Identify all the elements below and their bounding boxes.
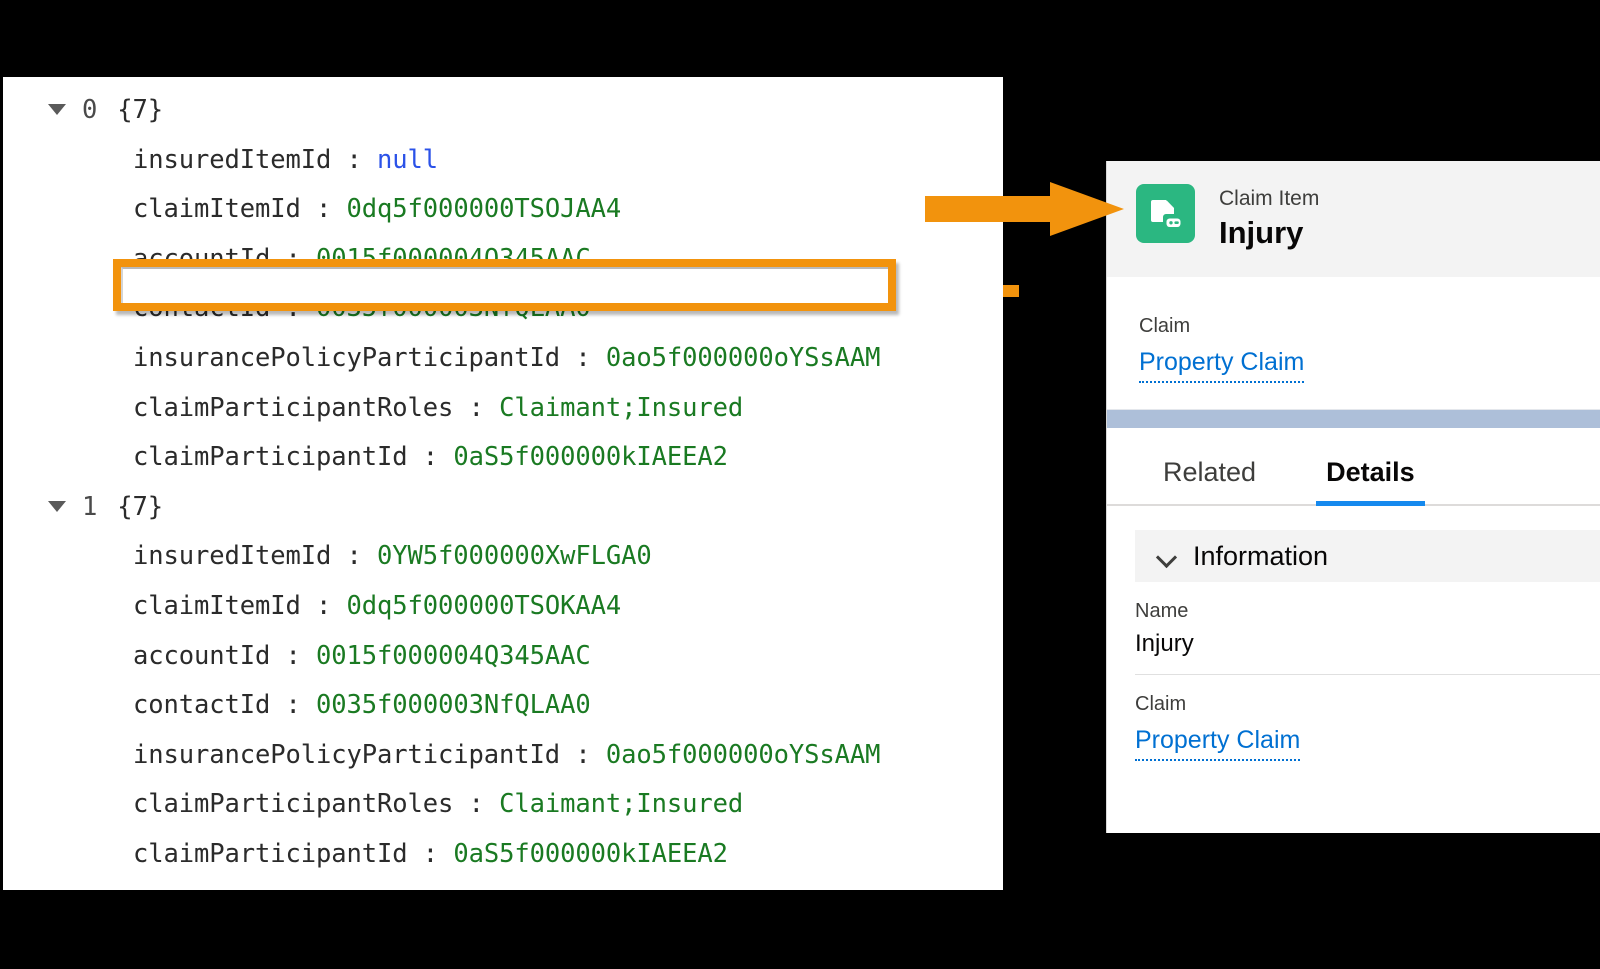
json-property-row[interactable]: insurancePolicyParticipantId : 0ao5f0000…	[133, 343, 880, 373]
json-node-header[interactable]: 0 {7}	[48, 95, 163, 125]
json-property-value: 0035f000003NfQLAA0	[316, 690, 591, 721]
field-row-claim: Claim Property Claim	[1135, 675, 1600, 775]
record-header: Claim Item Injury	[1107, 161, 1600, 277]
json-property-value: 0dq5f000000TSOJAA4	[346, 194, 622, 225]
json-property-key: insuredItemId	[133, 144, 332, 175]
json-key-value-separator: :	[300, 194, 347, 225]
json-property-key: insurancePolicyParticipantId	[133, 343, 561, 373]
record-tabs: Related Details	[1107, 428, 1600, 506]
json-property-row[interactable]: insurancePolicyParticipantId : 0ao5f0000…	[133, 740, 880, 770]
json-property-key: insurancePolicyParticipantId	[133, 739, 561, 770]
disclosure-triangle-icon[interactable]	[48, 104, 66, 115]
json-property-value: Claimant;Insured	[499, 392, 744, 423]
record-type-label: Claim Item	[1219, 187, 1320, 210]
annotation-arrow-icon	[925, 182, 1124, 236]
json-key-value-separator: :	[407, 839, 454, 869]
field-row-name: Name Injury	[1135, 582, 1600, 675]
claim-detail-field-label: Claim	[1135, 693, 1187, 715]
json-key-value-separator: :	[270, 690, 317, 721]
record-claim-summary-field: Claim Property Claim	[1107, 277, 1600, 409]
json-property-value: 0ao5f000000oYSsAAM	[605, 739, 881, 770]
highlight-box-inner-edge	[121, 267, 888, 303]
json-property-row[interactable]: claimParticipantId : 0aS5f000000kIAEEA2	[133, 839, 728, 869]
disclosure-triangle-icon[interactable]	[48, 500, 66, 512]
json-property-value: null	[377, 144, 439, 175]
json-property-value: 0dq5f000000TSOKAA4	[346, 591, 622, 621]
name-field-label: Name	[1135, 600, 1189, 622]
json-property-row[interactable]: contactId : 0035f000003NfQLAA0	[133, 690, 591, 720]
json-property-key: accountId	[133, 640, 271, 671]
json-key-value-separator: :	[407, 442, 454, 473]
annotation-marker-fragment	[1003, 285, 1019, 297]
json-property-value: Claimant;Insured	[499, 789, 744, 820]
json-node-index: 1	[82, 491, 98, 522]
json-property-value: 0015f000004Q345AAC	[316, 640, 591, 671]
json-property-value: 0aS5f000000kIAEEA2	[453, 839, 728, 869]
claim-item-id-highlight-box	[113, 259, 896, 311]
json-key-value-separator: :	[453, 392, 500, 423]
chevron-down-icon	[1157, 546, 1177, 566]
name-field-value: Injury	[1135, 630, 1194, 657]
record-header-text: Claim Item Injury	[1219, 184, 1319, 252]
json-property-row[interactable]: claimParticipantRoles : Claimant;Insured	[133, 789, 743, 819]
json-node-summary: {7}	[117, 95, 164, 125]
json-key-value-separator: :	[453, 789, 500, 820]
json-property-key: claimItemId	[133, 194, 301, 225]
json-property-key: claimParticipantRoles	[133, 789, 454, 820]
json-property-key: claimItemId	[133, 591, 301, 621]
json-node-index: 0	[82, 95, 98, 125]
record-detail-panel: Claim Item Injury Claim Property Claim R…	[1106, 161, 1600, 833]
claim-field-label: Claim	[1139, 315, 1191, 337]
tab-details[interactable]: Details	[1316, 457, 1425, 506]
json-property-value: 0YW5f000000XwFLGA0	[377, 541, 652, 572]
json-key-value-separator: :	[270, 640, 317, 671]
claim-field-link[interactable]: Property Claim	[1139, 345, 1305, 383]
json-property-key: contactId	[133, 690, 271, 721]
json-property-key: claimParticipantId	[133, 839, 408, 869]
json-key-value-separator: :	[560, 739, 606, 770]
json-key-value-separator: :	[331, 541, 378, 572]
json-key-value-separator: :	[331, 144, 378, 175]
json-property-row[interactable]: claimParticipantId : 0aS5f000000kIAEEA2	[133, 442, 728, 472]
json-property-value: 0aS5f000000kIAEEA2	[453, 442, 728, 473]
section-title: Information	[1193, 540, 1329, 571]
claim-detail-field-link[interactable]: Property Claim	[1135, 723, 1301, 761]
json-property-key: claimParticipantRoles	[133, 392, 454, 423]
panel-divider-band	[1107, 409, 1600, 428]
record-title: Injury	[1219, 215, 1304, 250]
claim-item-icon	[1136, 184, 1195, 243]
json-node-header[interactable]: 1 {7}	[48, 492, 163, 522]
information-field-list: Name Injury Claim Property Claim	[1107, 582, 1600, 775]
tab-related[interactable]: Related	[1153, 457, 1266, 504]
json-property-key: claimParticipantId	[133, 442, 408, 473]
json-key-value-separator: :	[560, 343, 606, 373]
json-property-row[interactable]: insuredItemId : 0YW5f000000XwFLGA0	[133, 541, 652, 571]
json-property-row[interactable]: claimParticipantRoles : Claimant;Insured	[133, 393, 743, 423]
json-property-value: 0ao5f000000oYSsAAM	[605, 343, 881, 373]
json-property-key: insuredItemId	[133, 541, 332, 572]
json-property-row[interactable]: claimItemId : 0dq5f000000TSOKAA4	[133, 591, 621, 621]
json-inspector-panel: 0 {7} insuredItemId : null claimItemId : 0d…	[3, 77, 1003, 890]
json-key-value-separator: :	[300, 591, 347, 621]
json-node-summary: {7}	[117, 491, 164, 522]
json-property-row[interactable]: accountId : 0015f000004Q345AAC	[133, 641, 591, 671]
json-property-row[interactable]: insuredItemId : null	[133, 145, 438, 175]
json-property-row[interactable]: claimItemId : 0dq5f000000TSOJAA4	[133, 194, 621, 224]
section-header-information[interactable]: Information	[1135, 530, 1600, 582]
